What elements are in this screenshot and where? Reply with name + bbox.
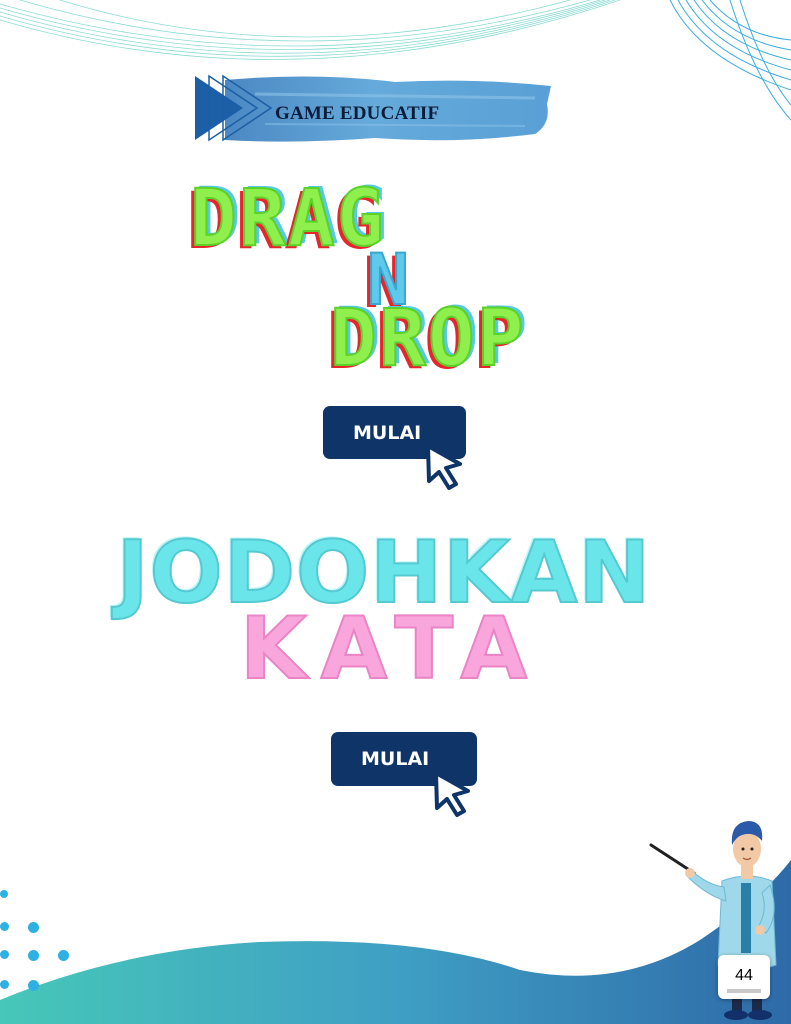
pointer-cursor-icon bbox=[434, 771, 470, 817]
banner-title: GAME EDUCATIF bbox=[275, 103, 440, 124]
page-number-underline bbox=[727, 989, 761, 993]
page-number-card: 44 bbox=[718, 955, 770, 999]
decorative-line-curves-top-right bbox=[669, 0, 791, 121]
page-number: 44 bbox=[735, 967, 753, 984]
pointer-cursor-icon bbox=[426, 444, 462, 490]
start-button-label: MULAI bbox=[361, 748, 430, 770]
drop-title-part: DROP bbox=[329, 294, 526, 384]
kata-title-part: KATA bbox=[239, 599, 542, 699]
drag-title-part: DRAG bbox=[189, 174, 386, 264]
dot-grid-decoration bbox=[0, 890, 80, 991]
start-button-label: MULAI bbox=[353, 421, 422, 444]
decorative-line-arcs-top bbox=[0, 0, 620, 60]
